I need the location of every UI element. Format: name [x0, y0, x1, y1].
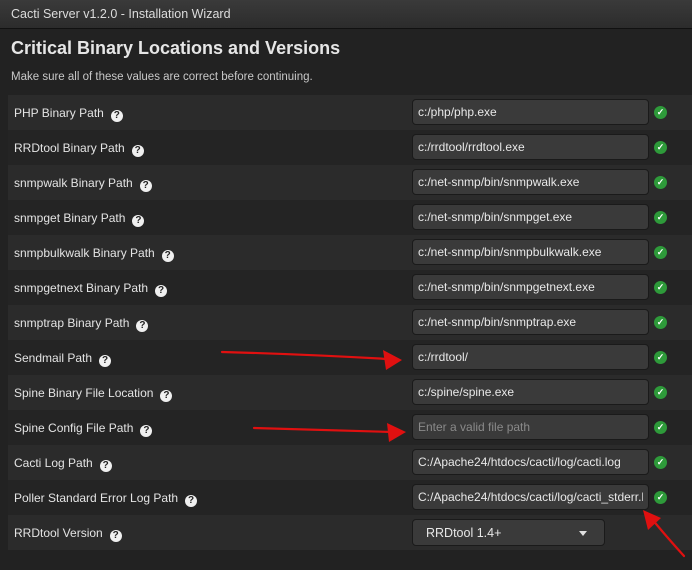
row-snmpgetnext-binary-path: snmpgetnext Binary Path? ✓ [8, 270, 692, 305]
help-icon[interactable]: ? [110, 110, 123, 122]
row-snmptrap-binary-path: snmptrap Binary Path? ✓ [8, 305, 692, 340]
poller-stderr-log-path-input[interactable] [412, 484, 649, 510]
help-icon[interactable]: ? [160, 390, 173, 402]
row-rrdtool-binary-path: RRDtool Binary Path? ✓ [8, 130, 692, 165]
help-icon[interactable]: ? [99, 355, 112, 367]
title-bar: Cacti Server v1.2.0 - Installation Wizar… [0, 0, 692, 29]
help-icon[interactable]: ? [109, 530, 122, 542]
window-title: Cacti Server v1.2.0 - Installation Wizar… [11, 7, 231, 21]
rrdtool-binary-path-input[interactable] [412, 134, 649, 160]
help-icon[interactable]: ? [185, 495, 198, 507]
check-circle-icon: ✓ [654, 246, 667, 259]
check-circle-icon: ✓ [654, 316, 667, 329]
row-label: Cacti Log Path? [14, 456, 112, 472]
help-icon[interactable]: ? [161, 250, 174, 262]
row-sendmail-path: Sendmail Path? ✓ [8, 340, 692, 375]
check-circle-icon: ✓ [654, 281, 667, 294]
row-label: Sendmail Path? [14, 351, 112, 367]
row-label: snmpbulkwalk Binary Path? [14, 246, 174, 262]
spine-config-path-input[interactable] [412, 414, 649, 440]
check-circle-icon: ✓ [654, 106, 667, 119]
page-title: Critical Binary Locations and Versions [11, 38, 341, 58]
binary-paths-table: PHP Binary Path? ✓ RRDtool Binary Path? … [8, 95, 692, 550]
row-snmpget-binary-path: snmpget Binary Path? ✓ [8, 200, 692, 235]
row-cacti-log-path: Cacti Log Path? ✓ [8, 445, 692, 480]
check-circle-icon: ✓ [654, 176, 667, 189]
check-circle-icon: ✓ [654, 141, 667, 154]
snmpwalk-binary-path-input[interactable] [412, 169, 649, 195]
row-label: RRDtool Binary Path? [14, 141, 144, 157]
help-icon[interactable]: ? [139, 180, 152, 192]
row-spine-config-file-path: Spine Config File Path? ✓ [8, 410, 692, 445]
help-icon[interactable]: ? [132, 215, 145, 227]
row-php-binary-path: PHP Binary Path? ✓ [8, 95, 692, 130]
check-circle-icon: ✓ [654, 491, 667, 504]
row-snmpbulkwalk-binary-path: snmpbulkwalk Binary Path? ✓ [8, 235, 692, 270]
row-poller-stderr-log-path: Poller Standard Error Log Path? ✓ [8, 480, 692, 515]
check-circle-icon: ✓ [654, 211, 667, 224]
sendmail-path-input[interactable] [412, 344, 649, 370]
selected-value: RRDtool 1.4+ [426, 526, 502, 540]
page-subtitle: Make sure all of these values are correc… [11, 71, 313, 83]
php-binary-path-input[interactable] [412, 99, 649, 125]
row-label: PHP Binary Path? [14, 106, 123, 122]
cacti-log-path-input[interactable] [412, 449, 649, 475]
row-rrdtool-version: RRDtool Version? RRDtool 1.4+ [8, 515, 692, 550]
help-icon[interactable]: ? [155, 285, 168, 297]
row-snmpwalk-binary-path: snmpwalk Binary Path? ✓ [8, 165, 692, 200]
snmpbulkwalk-binary-path-input[interactable] [412, 239, 649, 265]
row-spine-binary-file-location: Spine Binary File Location? ✓ [8, 375, 692, 410]
help-icon[interactable]: ? [131, 145, 144, 157]
row-label: Spine Config File Path? [14, 421, 153, 437]
check-circle-icon: ✓ [654, 456, 667, 469]
snmpgetnext-binary-path-input[interactable] [412, 274, 649, 300]
spine-binary-location-input[interactable] [412, 379, 649, 405]
chevron-down-icon [579, 531, 587, 536]
snmpget-binary-path-input[interactable] [412, 204, 649, 230]
snmptrap-binary-path-input[interactable] [412, 309, 649, 335]
help-icon[interactable]: ? [140, 425, 153, 437]
check-circle-icon: ✓ [654, 421, 667, 434]
rrdtool-version-select[interactable]: RRDtool 1.4+ [412, 519, 605, 546]
row-label: Spine Binary File Location? [14, 386, 173, 402]
help-icon[interactable]: ? [99, 460, 112, 472]
row-label: snmpwalk Binary Path? [14, 176, 152, 192]
row-label: snmpget Binary Path? [14, 211, 145, 227]
check-circle-icon: ✓ [654, 351, 667, 364]
check-circle-icon: ✓ [654, 386, 667, 399]
help-icon[interactable]: ? [136, 320, 149, 332]
row-label: snmptrap Binary Path? [14, 316, 149, 332]
row-label: Poller Standard Error Log Path? [14, 491, 198, 507]
row-label: snmpgetnext Binary Path? [14, 281, 168, 297]
row-label: RRDtool Version? [14, 526, 122, 542]
